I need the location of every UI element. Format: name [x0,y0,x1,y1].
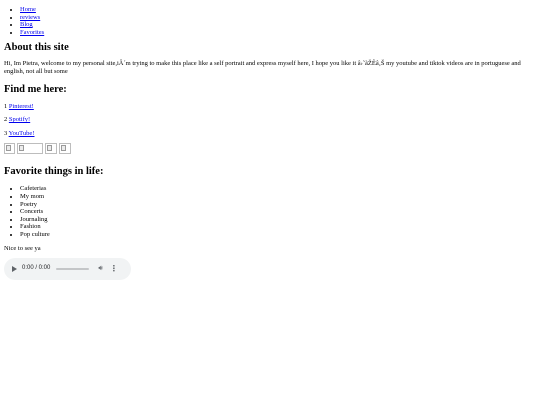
favorites-item: Concerts [20,208,537,216]
favorites-list: Cafeterias My mom Poetry Concerts Journa… [4,185,537,238]
favorites-item: My mom [20,193,537,201]
play-icon[interactable] [12,266,17,273]
audio-progress-track[interactable] [56,268,90,271]
nav-item-home: Home [20,6,537,14]
nav-link-home[interactable]: Home [20,6,36,13]
youtube-link[interactable]: YouTube! [9,130,35,137]
greeting-text: Nice to see ya [4,244,41,252]
favorites-item: Fashion [20,223,537,231]
find-item-spotify: 2 Spotify! [4,116,537,124]
nav-link-reviews[interactable]: reviews [20,14,40,21]
social-icons-row [4,143,537,155]
find-item-pinterest: 1 Pinterest! [4,103,537,111]
audio-player: 0:00 / 0:00 🔊︎ ⋮ [4,258,131,281]
audio-time: 0:00 / 0:00 [22,265,51,272]
spotify-link[interactable]: Spotify! [9,116,30,123]
broken-image-icon[interactable] [4,143,15,155]
find-item-number: 3 [4,129,8,137]
nav-item-favorites: Favorites [20,29,537,37]
broken-image-icon[interactable] [45,143,57,155]
nav-item-reviews: reviews [20,14,537,22]
favorites-heading: Favorite things in life: [4,166,104,178]
nav-link-blog[interactable]: Blog [20,21,33,28]
find-item-number: 2 [4,116,8,124]
broken-image-icon[interactable] [17,143,43,155]
find-heading: Find me here: [4,83,67,95]
favorites-item: Cafeterias [20,185,537,193]
find-item-youtube: 3 YouTube! [4,130,537,138]
nav-item-blog: Blog [20,21,537,29]
more-options-icon[interactable]: ⋮ [110,265,118,273]
about-heading: About this site [4,42,69,54]
nav-link-favorites[interactable]: Favorites [20,29,44,36]
pinterest-link[interactable]: Pinterest! [9,103,34,110]
favorites-item: Poetry [20,201,537,209]
nav-list: Home reviews Blog Favorites [4,6,537,36]
favorites-item: Pop culture [20,231,537,239]
volume-icon[interactable]: 🔊︎ [98,265,102,273]
favorites-item: Journaling [20,216,537,224]
about-text: Hi, Im Pietra, welcome to my personal si… [4,60,521,75]
find-item-number: 1 [4,102,8,110]
broken-image-icon[interactable] [59,143,71,155]
